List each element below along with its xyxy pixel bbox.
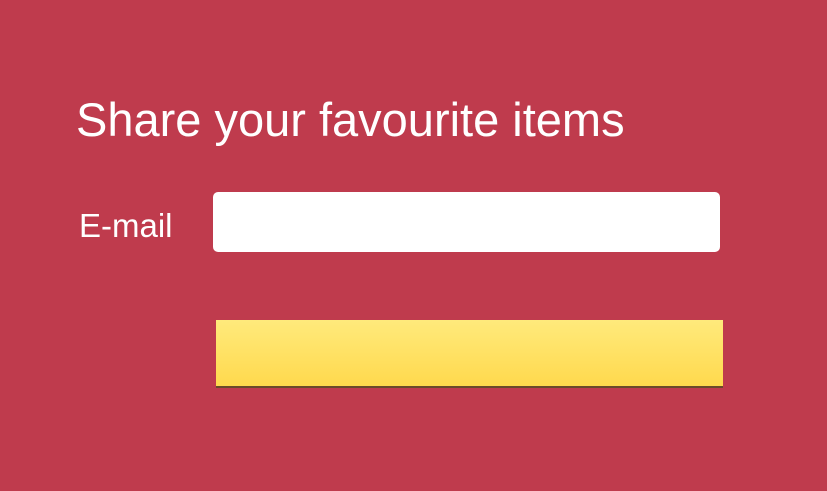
submit-button[interactable] <box>216 320 723 386</box>
form-title: Share your favourite items <box>76 93 625 146</box>
email-label: E-mail <box>79 207 173 244</box>
share-form-panel: Share your favourite items E-mail <box>0 0 827 491</box>
email-field[interactable] <box>213 192 720 252</box>
